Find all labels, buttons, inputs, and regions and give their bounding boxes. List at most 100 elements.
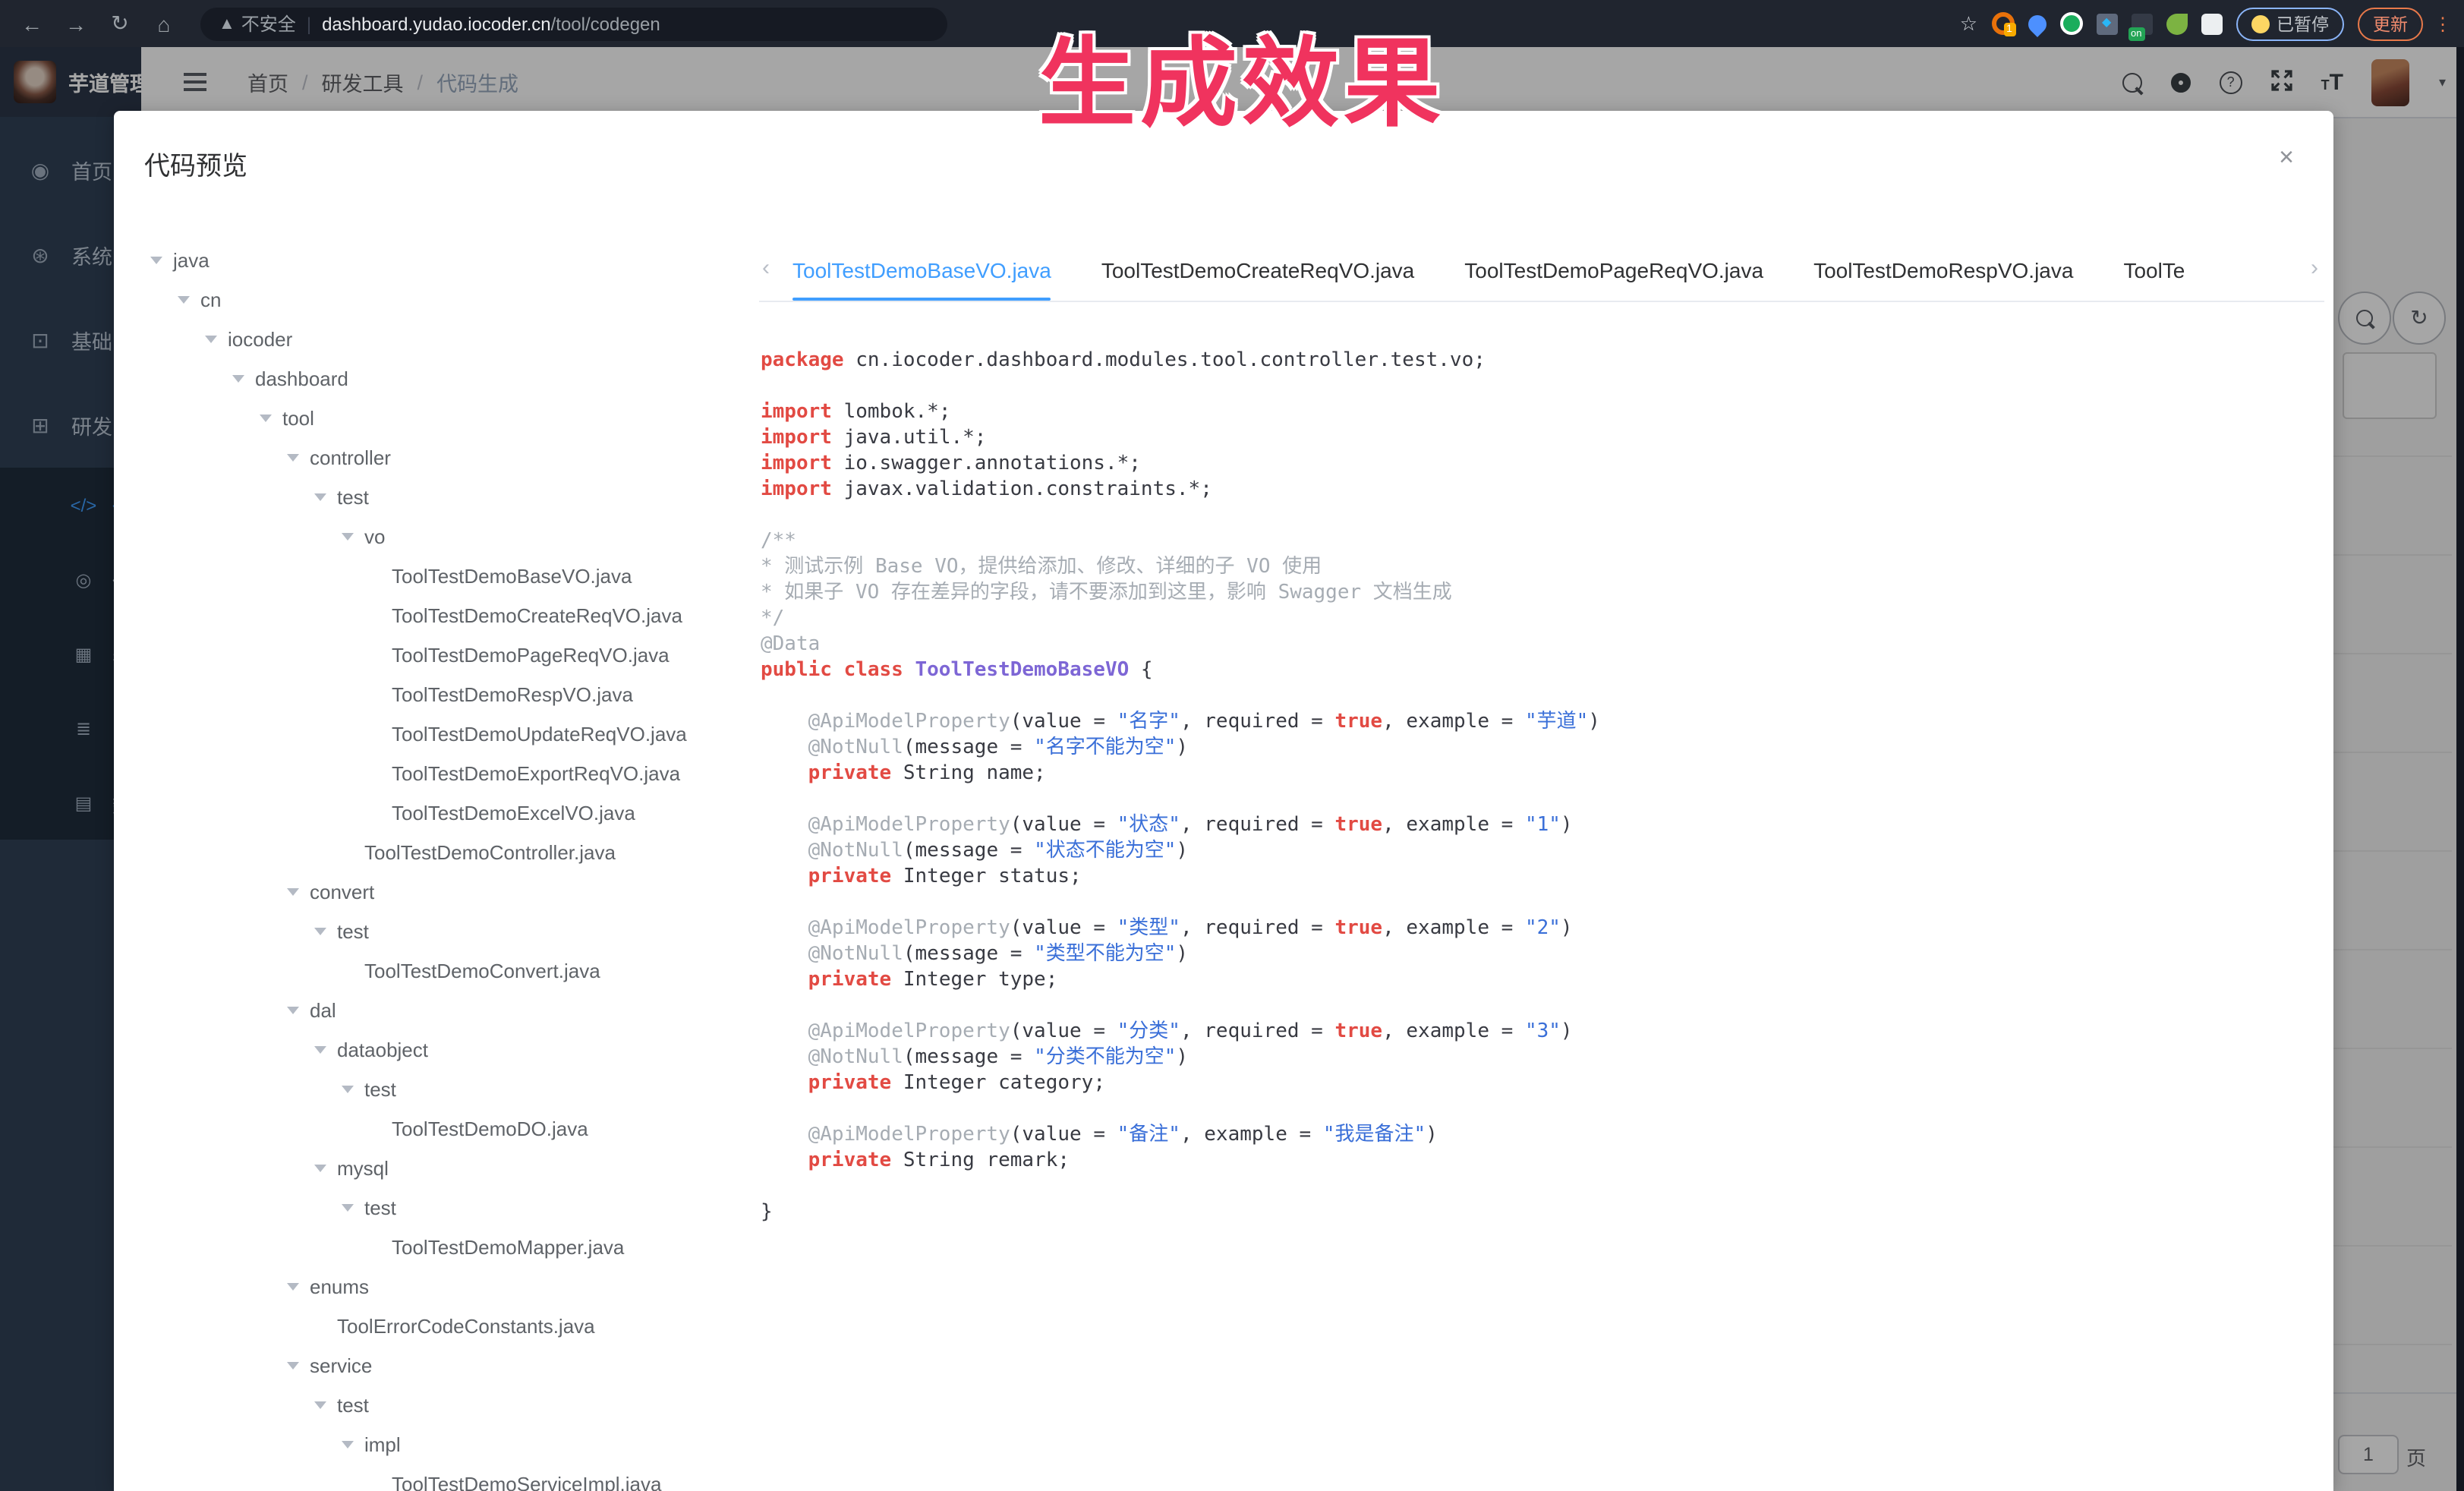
code-line: @NotNull(message = "名字不能为空") <box>761 735 2324 761</box>
tree-node[interactable]: dataobject <box>135 1029 750 1069</box>
paused-profile-pill[interactable]: 已暂停 <box>2236 7 2344 40</box>
tree-node[interactable]: ToolTestDemoDO.java <box>135 1108 750 1148</box>
tree-caret-icon[interactable] <box>342 1440 354 1448</box>
file-tab[interactable]: ToolTestDemoRespVO.java <box>1813 240 2073 301</box>
tree-node-label: ToolTestDemoDO.java <box>392 1117 588 1140</box>
extensions-puzzle-icon[interactable] <box>2201 13 2222 34</box>
file-tab[interactable]: ToolTestDemoPageReqVO.java <box>1464 240 1763 301</box>
code-line: @NotNull(message = "分类不能为空") <box>761 1045 2324 1070</box>
tree-node-label: dataobject <box>337 1038 428 1061</box>
address-bar[interactable]: ▲ 不安全 | dashboard.yudao.iocoder.cn/tool/… <box>200 7 947 40</box>
tree-caret-icon[interactable] <box>314 927 326 935</box>
tree-node[interactable]: cn <box>135 279 750 319</box>
tree-node[interactable]: test <box>135 1069 750 1108</box>
code-line: @ApiModelProperty(value = "状态", required… <box>761 812 2324 838</box>
tree-node-label: enums <box>310 1275 369 1297</box>
tree-node[interactable]: mysql <box>135 1148 750 1187</box>
tree-node-label: test <box>337 1393 369 1416</box>
tree-caret-icon[interactable] <box>342 532 354 540</box>
code-viewer[interactable]: package cn.iocoder.dashboard.modules.too… <box>761 348 2324 1225</box>
tree-caret-icon[interactable] <box>287 453 299 461</box>
tree-node[interactable]: ToolTestDemoCreateReqVO.java <box>135 595 750 635</box>
tree-caret-icon[interactable] <box>314 1401 326 1408</box>
tabs-scroll-left-icon[interactable]: ‹ <box>762 255 770 281</box>
tree-node[interactable]: ToolTestDemoExcelVO.java <box>135 793 750 832</box>
tree-caret-icon[interactable] <box>314 493 326 500</box>
tree-node[interactable]: convert <box>135 872 750 911</box>
code-line: import javax.validation.constraints.*; <box>761 477 2324 503</box>
tree-node[interactable]: ToolTestDemoServiceImpl.java <box>135 1464 750 1491</box>
code-line: public class ToolTestDemoBaseVO { <box>761 657 2324 683</box>
file-tabs: ‹ ToolTestDemoBaseVO.java ToolTestDemoCre… <box>759 240 2324 302</box>
tree-node[interactable]: controller <box>135 437 750 477</box>
close-icon[interactable]: × <box>2279 144 2294 170</box>
code-line: @ApiModelProperty(value = "分类", required… <box>761 1019 2324 1045</box>
tree-node[interactable]: iocoder <box>135 319 750 358</box>
tree-node-label: ToolTestDemoExcelVO.java <box>392 801 635 824</box>
tree-caret-icon[interactable] <box>287 1282 299 1290</box>
tree-node[interactable]: ToolErrorCodeConstants.java <box>135 1306 750 1345</box>
tree-node-label: tool <box>282 406 314 429</box>
tree-node-label: ToolTestDemoBaseVO.java <box>392 564 632 587</box>
code-line: } <box>761 1199 2324 1225</box>
tree-node[interactable]: ToolTestDemoMapper.java <box>135 1227 750 1266</box>
tree-caret-icon[interactable] <box>178 295 190 303</box>
tree-node[interactable]: vo <box>135 516 750 556</box>
tree-caret-icon[interactable] <box>342 1085 354 1092</box>
file-tab[interactable]: ToolTestDemoCreateReqVO.java <box>1101 240 1414 301</box>
tree-node[interactable]: ToolTestDemoRespVO.java <box>135 674 750 714</box>
tree-caret-icon[interactable] <box>314 1164 326 1171</box>
browser-forward-icon[interactable]: → <box>64 11 88 36</box>
file-tab[interactable]: ToolTestDemoBaseVO.java <box>792 240 1051 301</box>
bookmark-star-icon[interactable]: ☆ <box>1960 11 1977 36</box>
browser-menu-icon[interactable]: ⋮ <box>2434 13 2452 34</box>
code-line: private Integer category; <box>761 1070 2324 1096</box>
tree-node[interactable]: impl <box>135 1424 750 1464</box>
tree-caret-icon[interactable] <box>342 1203 354 1211</box>
tabs-scroll-right-icon[interactable]: › <box>2311 255 2318 281</box>
tree-caret-icon[interactable] <box>205 335 217 342</box>
tree-node[interactable]: dashboard <box>135 358 750 398</box>
dialog-title: 代码预览 <box>144 144 247 182</box>
file-tab[interactable]: ToolTe <box>2123 240 2185 301</box>
tree-node[interactable]: test <box>135 911 750 950</box>
tree-node[interactable]: tool <box>135 398 750 437</box>
tree-node[interactable]: enums <box>135 1266 750 1306</box>
tree-caret-icon[interactable] <box>287 1361 299 1369</box>
tree-node[interactable]: ToolTestDemoExportReqVO.java <box>135 753 750 793</box>
tree-caret-icon[interactable] <box>232 374 244 382</box>
extension-pin-icon[interactable] <box>2024 11 2050 36</box>
browser-reload-icon[interactable]: ↻ <box>108 11 132 36</box>
tree-node[interactable]: ToolTestDemoUpdateReqVO.java <box>135 714 750 753</box>
tree-node[interactable]: service <box>135 1345 750 1385</box>
tree-node-label: test <box>337 919 369 942</box>
tree-caret-icon[interactable] <box>287 1006 299 1013</box>
app-page: 芋道管理系统 ◉首页⊛系统⊡基础⊞研发</>代◎代▦表≣系▤数 首页/研发工具/… <box>0 47 2464 1491</box>
tree-node[interactable]: ToolTestDemoConvert.java <box>135 950 750 990</box>
extension-grid-icon[interactable]: ◆ <box>2096 13 2117 34</box>
tree-caret-icon[interactable] <box>150 256 162 263</box>
tree-node[interactable]: ToolTestDemoBaseVO.java <box>135 556 750 595</box>
tree-node[interactable]: ToolTestDemoPageReqVO.java <box>135 635 750 674</box>
tree-caret-icon[interactable] <box>260 414 272 421</box>
code-line <box>761 1174 2324 1199</box>
extension-green-icon[interactable] <box>2059 12 2082 35</box>
extension-list-icon[interactable]: on <box>2131 13 2152 34</box>
tree-node[interactable]: ToolTestDemoController.java <box>135 832 750 872</box>
extension-orange-icon[interactable]: 1 <box>1991 12 2014 35</box>
browser-home-icon[interactable]: ⌂ <box>152 11 176 36</box>
tree-node[interactable]: java <box>135 240 750 279</box>
update-button[interactable]: 更新 <box>2358 7 2423 40</box>
tree-caret-icon[interactable] <box>287 887 299 895</box>
tree-node[interactable]: test <box>135 1385 750 1424</box>
tree-node[interactable]: test <box>135 477 750 516</box>
tree-caret-icon[interactable] <box>314 1045 326 1053</box>
tree-node-label: cn <box>200 288 221 310</box>
tree-node[interactable]: dal <box>135 990 750 1029</box>
extension-plant-icon[interactable] <box>2166 13 2187 34</box>
browser-back-icon[interactable]: ← <box>20 11 44 36</box>
tree-node-label: test <box>364 1196 396 1218</box>
tree-node-label: ToolTestDemoCreateReqVO.java <box>392 604 682 626</box>
extension-on-badge: on <box>2128 27 2144 40</box>
tree-node[interactable]: test <box>135 1187 750 1227</box>
